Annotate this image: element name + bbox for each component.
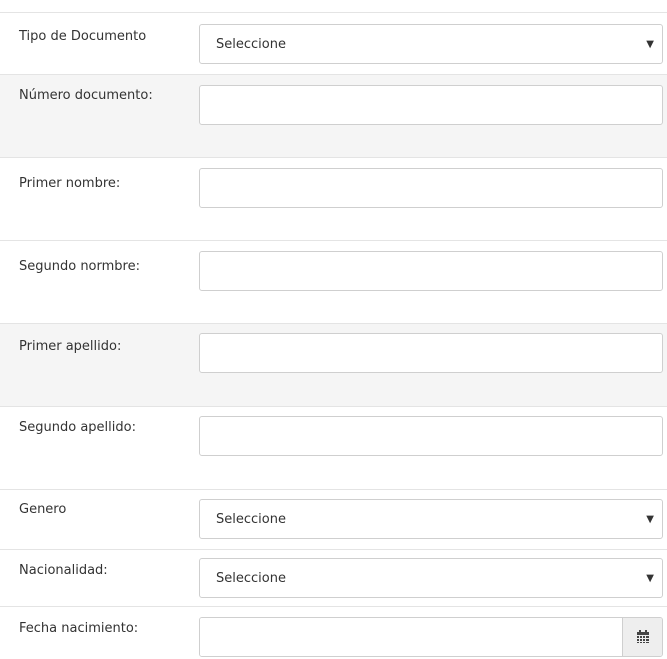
tipo-documento-label: Tipo de Documento (19, 29, 147, 44)
primer-nombre-label: Primer nombre: (19, 176, 121, 191)
row-numero-documento: Número documento: (0, 74, 667, 157)
primer-apellido-input[interactable] (199, 333, 663, 373)
genero-select[interactable]: Seleccione ▼ (199, 499, 663, 539)
primer-nombre-input[interactable] (199, 168, 663, 208)
row-genero: Genero Seleccione ▼ (0, 489, 667, 549)
person-form: Tipo de Documento Seleccione ▼ Número do… (0, 0, 667, 659)
dropdown-arrow-icon: ▼ (646, 573, 654, 584)
calendar-icon (637, 630, 649, 643)
fecha-nacimiento-field (199, 617, 663, 657)
segundo-apellido-input[interactable] (199, 416, 663, 456)
row-fecha-nacimiento: Fecha nacimiento: (0, 606, 667, 659)
segundo-nombre-label: Segundo normbre: (19, 259, 140, 274)
row-segundo-nombre: Segundo normbre: (0, 240, 667, 323)
row-nacionalidad: Nacionalidad: Seleccione ▼ (0, 549, 667, 606)
primer-apellido-label: Primer apellido: (19, 339, 122, 354)
numero-documento-label: Número documento: (19, 88, 153, 103)
numero-documento-input[interactable] (199, 85, 663, 125)
genero-label: Genero (19, 502, 67, 517)
dropdown-arrow-icon: ▼ (646, 39, 654, 50)
genero-selected-value: Seleccione (216, 512, 286, 527)
fecha-nacimiento-input[interactable] (200, 618, 623, 656)
dropdown-arrow-icon: ▼ (646, 514, 654, 525)
row-tipo-documento: Tipo de Documento Seleccione ▼ (0, 12, 667, 74)
nacionalidad-selected-value: Seleccione (216, 571, 286, 586)
row-segundo-apellido: Segundo apellido: (0, 406, 667, 489)
calendar-button[interactable] (622, 618, 662, 656)
row-primer-nombre: Primer nombre: (0, 157, 667, 240)
segundo-apellido-label: Segundo apellido: (19, 420, 136, 435)
fecha-nacimiento-label: Fecha nacimiento: (19, 621, 139, 636)
row-primer-apellido: Primer apellido: (0, 323, 667, 406)
segundo-nombre-input[interactable] (199, 251, 663, 291)
nacionalidad-label: Nacionalidad: (19, 563, 108, 578)
tipo-documento-selected-value: Seleccione (216, 37, 286, 52)
nacionalidad-select[interactable]: Seleccione ▼ (199, 558, 663, 598)
tipo-documento-select[interactable]: Seleccione ▼ (199, 24, 663, 64)
